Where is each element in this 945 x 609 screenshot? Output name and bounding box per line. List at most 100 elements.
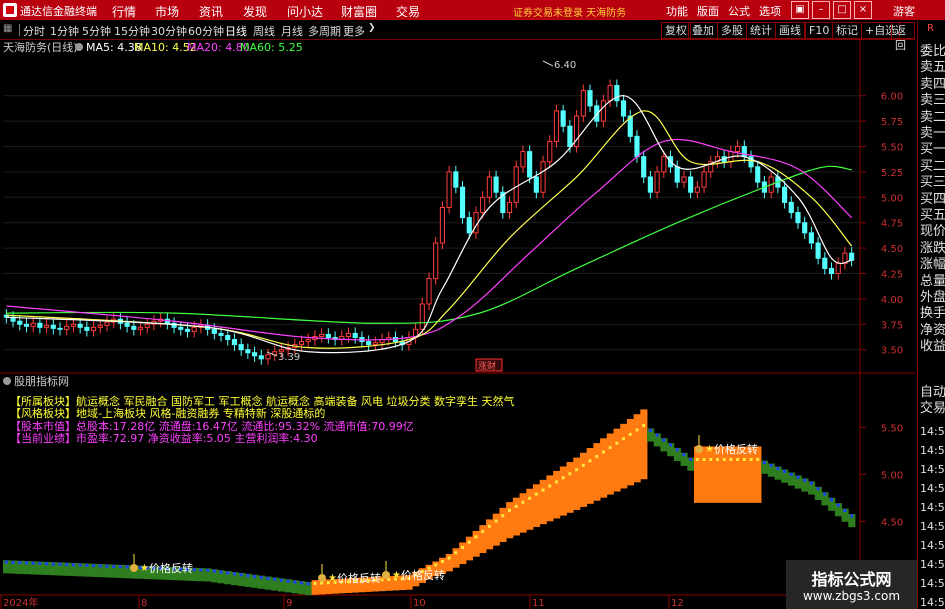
candle-body: [131, 325, 137, 330]
side-time-item: 14:56: [920, 577, 945, 590]
side-item: 委比: [920, 44, 945, 59]
period-1min[interactable]: 1分钟: [50, 23, 79, 39]
ribbon-dot: [259, 576, 263, 580]
candle-body: [533, 176, 539, 193]
period-more[interactable]: 更多: [343, 23, 365, 39]
ribbon-dot: [608, 446, 612, 450]
ribbon-dot: [682, 453, 686, 457]
side-item: 收益: [920, 339, 945, 355]
x-axis-label: 8: [141, 598, 147, 609]
ribbon-segment: [693, 446, 702, 503]
maximize-icon[interactable]: □: [833, 1, 851, 19]
menu-item-market[interactable]: 行情: [112, 3, 136, 20]
ribbon-dot: [206, 568, 210, 572]
ribbon-dot: [118, 565, 122, 569]
menu-item-news[interactable]: 资讯: [199, 3, 223, 20]
side-lower-item[interactable]: 交易: [920, 401, 945, 416]
info-value-performance: 市盈率:72.97 净资收益率:5.05 主营利润率:4.30: [76, 431, 318, 445]
menu-item-function[interactable]: 功能: [666, 3, 688, 19]
candle-body: [57, 327, 63, 330]
candle-body: [238, 344, 244, 351]
candle-body: [298, 341, 305, 346]
stats-button[interactable]: 统计: [746, 22, 776, 39]
y-tick-label: 4.00: [881, 295, 903, 306]
signal-label: 价格反转: [401, 568, 445, 582]
close-icon[interactable]: ×: [854, 1, 872, 19]
ribbon-dot: [253, 575, 257, 579]
candle-body: [520, 151, 526, 168]
candle-body: [178, 326, 184, 330]
candle-body: [446, 171, 452, 208]
multi-stock-button[interactable]: 多股: [717, 22, 747, 39]
ribbon-dot: [783, 469, 787, 473]
candle-body: [97, 324, 103, 328]
period-intraday[interactable]: 分时: [23, 23, 45, 39]
chart-area[interactable]: 天海防务(日线) MA5: 4.38 MA10: 4.52 MA20: 4.80…: [0, 40, 915, 609]
candle-body: [459, 186, 466, 219]
menu-item-layout[interactable]: 版面: [697, 3, 719, 19]
ribbon-dot: [467, 540, 471, 544]
skin-icon[interactable]: ▣: [791, 1, 809, 19]
period-60min[interactable]: 60分钟: [188, 23, 224, 39]
ribbon-dot: [85, 563, 89, 567]
ribbon-dot: [508, 508, 512, 512]
y-tick-label: 3.50: [881, 346, 903, 357]
ribbon-segment: [626, 419, 635, 486]
period-30min[interactable]: 30分钟: [151, 23, 187, 39]
menu-item-trade[interactable]: 交易: [396, 3, 420, 20]
grid-icon[interactable]: ▦: [3, 23, 12, 34]
period-monthly[interactable]: 月线: [281, 23, 303, 39]
indicator-settings-icon[interactable]: [3, 377, 11, 385]
menu-item-options[interactable]: 选项: [759, 3, 781, 19]
adjust-button[interactable]: 复权: [661, 22, 691, 39]
ribbon-dot: [554, 480, 558, 484]
mark-button[interactable]: 标记: [832, 22, 862, 39]
money-bag-icon: [318, 574, 326, 582]
ribbon-segment: [553, 470, 561, 519]
menu-item-formula[interactable]: 公式: [728, 3, 750, 19]
back-button[interactable]: 返回: [891, 22, 915, 52]
ribbon-dot: [474, 535, 478, 539]
side-item: 净资: [920, 322, 945, 338]
menu-item-exchange[interactable]: 市场: [155, 3, 179, 20]
ribbon-dot: [561, 476, 565, 480]
low-label: 3.39: [278, 352, 300, 363]
side-item: 涨幅: [920, 257, 945, 273]
settings-circle-icon[interactable]: [75, 43, 83, 51]
side-time-item: 14:56: [920, 596, 945, 609]
side-lower-item[interactable]: 自动: [920, 385, 945, 400]
app-title: 通达信金融终端: [20, 5, 97, 18]
period-multi[interactable]: 多周期: [308, 23, 341, 39]
toolbar-separator: [19, 24, 20, 36]
period-15min[interactable]: 15分钟: [114, 23, 150, 39]
period-daily[interactable]: 日线: [225, 23, 247, 39]
overlay-button[interactable]: 叠加: [688, 22, 718, 39]
candle-body: [17, 320, 23, 325]
menu-item-discover[interactable]: 发现: [243, 3, 267, 20]
candle-body: [77, 323, 83, 328]
money-bag-icon: [695, 445, 703, 453]
high-label: 6.40: [554, 60, 576, 71]
price-grid: [3, 95, 860, 351]
more-chevron-icon[interactable]: ❯: [368, 23, 376, 33]
signal-label: 价格反转: [337, 571, 381, 585]
candle-body: [580, 90, 586, 117]
guest-account[interactable]: 游客: [893, 3, 915, 19]
ribbon-dot: [286, 579, 290, 583]
ribbon-dot: [729, 457, 733, 461]
ribbon-segment: [586, 447, 594, 504]
minimize-icon[interactable]: –: [812, 1, 830, 19]
period-5min[interactable]: 5分钟: [82, 23, 111, 39]
f10-button[interactable]: F10: [805, 22, 834, 39]
menu-item-ask[interactable]: 问小达: [287, 3, 323, 20]
menu-item-wealth[interactable]: 财富圈: [341, 3, 377, 20]
candle-body: [30, 322, 36, 327]
period-weekly[interactable]: 周线: [253, 23, 275, 39]
candle-body: [781, 186, 788, 203]
draw-line-button[interactable]: 画线: [775, 22, 805, 39]
login-notice[interactable]: 证券交易未登录 天海防务: [513, 4, 626, 19]
tag-badge-label: 涨财: [478, 360, 496, 372]
ribbon-dot: [246, 574, 250, 578]
ribbon-dot: [816, 487, 820, 491]
candle-body: [808, 232, 814, 244]
